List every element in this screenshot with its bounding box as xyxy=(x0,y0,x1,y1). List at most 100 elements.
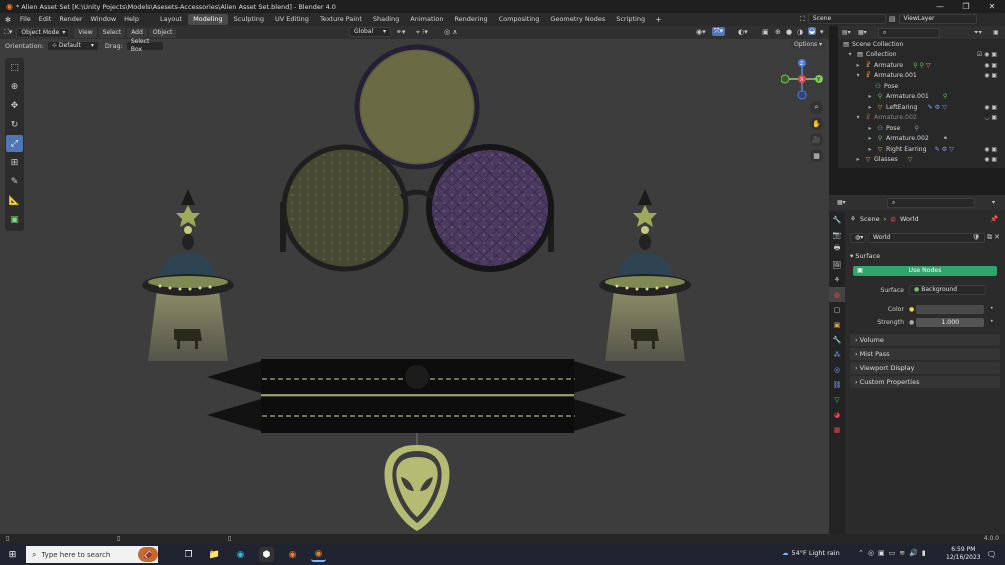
menu-window[interactable]: Window xyxy=(87,13,121,26)
visibility-toggle-icon[interactable]: ◉ ▣ xyxy=(984,103,997,113)
zoom-icon[interactable]: ⌕ xyxy=(810,101,823,114)
view-layer-field[interactable]: ViewLayer xyxy=(898,14,977,24)
duplicate-world-icon[interactable]: ⧉ xyxy=(987,233,992,244)
tree-item-leftearing[interactable]: ▸ ▽ LeftEaring ✎ ⚙ ▽ ◉ ▣ xyxy=(866,103,1001,113)
perspective-grid-icon[interactable]: ▦ xyxy=(810,149,823,162)
blender-active-taskbar-icon[interactable]: ◉ xyxy=(311,547,326,562)
shading-rendered-icon[interactable]: ◒ xyxy=(808,27,817,35)
rotate-tool-icon[interactable]: ↻ xyxy=(6,116,23,133)
tab-uv-editing[interactable]: UV Editing xyxy=(270,14,314,25)
tray-app-icon[interactable]: ◎ xyxy=(868,549,874,557)
tree-item-armature[interactable]: ▸ ☧ Armature ⚲ ⚲ ▽ ◉ ▣ xyxy=(854,61,1001,71)
navigation-gizmo[interactable]: Z Y X xyxy=(780,57,823,102)
clock[interactable]: 6:59 PM 12/16/2023 xyxy=(946,546,981,562)
pan-hand-icon[interactable]: ✋ xyxy=(810,117,823,130)
menu-select[interactable]: Select xyxy=(98,27,126,38)
tree-item-collection[interactable]: ▾ ▤ Collection ☑ ◉ ▣ xyxy=(846,50,1001,60)
tree-item-pose-002[interactable]: ▸ ⚇ Pose ⚲ xyxy=(866,124,918,134)
properties-search-input[interactable]: ⌕ xyxy=(887,198,975,208)
menu-view[interactable]: View xyxy=(74,27,97,38)
tray-app-icon-2[interactable]: ▣ xyxy=(878,549,885,557)
tab-compositing[interactable]: Compositing xyxy=(494,14,545,25)
menu-object[interactable]: Object xyxy=(148,27,177,38)
notifications-icon[interactable]: 🗨 xyxy=(984,547,999,562)
color-swatch[interactable] xyxy=(916,304,985,314)
annotate-tool-icon[interactable]: ✎ xyxy=(6,173,23,190)
add-workspace-icon[interactable]: + xyxy=(651,15,666,24)
close-button[interactable]: ✕ xyxy=(979,0,1005,13)
data-tab-icon[interactable]: ▽ xyxy=(829,392,845,407)
outliner-editor-icon[interactable]: ▤▾ xyxy=(842,29,851,36)
edge-browser-icon[interactable]: ◉ xyxy=(233,547,248,562)
transform-orientation-dropdown[interactable]: Global ▾ xyxy=(349,27,391,37)
particles-tab-icon[interactable]: ⁂ xyxy=(829,347,845,362)
visibility-toggle-icon[interactable]: ◉ ▣ xyxy=(984,155,997,165)
output-tab-icon[interactable]: 🖶 xyxy=(829,242,845,257)
shading-solid-icon[interactable]: ● xyxy=(786,28,792,36)
visibility-icon[interactable]: ◉▾ xyxy=(696,28,706,36)
tab-modeling[interactable]: Modeling xyxy=(188,14,228,25)
display-icon[interactable]: ▭ xyxy=(889,549,896,557)
cursor-tool-icon[interactable]: ⊕ xyxy=(6,78,23,95)
tab-animation[interactable]: Animation xyxy=(405,14,448,25)
shading-options-icon[interactable]: ▾ xyxy=(820,28,824,36)
collection-checkbox-icon[interactable]: ☑ ◉ ▣ xyxy=(977,50,997,60)
constraints-tab-icon[interactable]: ⛓ xyxy=(829,377,845,392)
keyframe-dot-icon[interactable]: • xyxy=(990,305,994,312)
wifi-icon[interactable]: ≋ xyxy=(899,549,905,557)
scene-field[interactable]: Scene xyxy=(807,14,886,24)
panel-viewport-display[interactable]: › Viewport Display xyxy=(850,362,1000,374)
tab-geometry-nodes[interactable]: Geometry Nodes xyxy=(545,14,610,25)
volume-icon[interactable]: 🔊 xyxy=(909,549,918,557)
filter-icon[interactable]: ⏷▾ xyxy=(974,29,982,37)
surface-shader-field[interactable]: ● Background xyxy=(909,285,986,295)
transform-tool-icon[interactable]: ⊞ xyxy=(6,154,23,171)
unity-hub-icon[interactable]: ⬢ xyxy=(259,547,274,562)
visibility-toggle-icon[interactable]: ◡ ▣ xyxy=(984,113,997,123)
windows-start-icon[interactable]: ⊞ xyxy=(5,547,20,562)
panel-volume[interactable]: › Volume xyxy=(850,334,1000,346)
tree-item-armature-data-001[interactable]: ▸ ⚲ Armature.001 ⚲ xyxy=(866,92,1001,102)
object-tab-icon[interactable]: ▣ xyxy=(829,317,845,332)
menu-file[interactable]: File xyxy=(16,13,35,26)
visibility-toggle-icon[interactable]: ◉ ▣ xyxy=(984,61,997,71)
strength-field[interactable]: ● 1.000 xyxy=(909,317,986,327)
view-layer-tab-icon[interactable]: 🖼 xyxy=(829,257,845,272)
weather-widget[interactable]: ☁ 54°F Light rain xyxy=(782,549,840,557)
file-explorer-icon[interactable]: 📁 xyxy=(207,547,222,562)
move-tool-icon[interactable]: ✥ xyxy=(6,97,23,114)
keyframe-dot-icon[interactable]: • xyxy=(990,318,994,325)
material-tab-icon[interactable]: ◕ xyxy=(829,407,845,422)
overlay-toggle-icon[interactable]: ◐▾ xyxy=(738,28,748,36)
properties-options-icon[interactable]: ▾ xyxy=(992,199,995,206)
options-button[interactable]: Options ▾ xyxy=(790,40,827,50)
menu-add[interactable]: Add xyxy=(127,27,147,38)
pivot-icon[interactable]: ⚭▾ xyxy=(396,28,405,36)
use-nodes-button[interactable]: ▣ Use Nodes xyxy=(853,266,997,276)
color-field[interactable]: ● xyxy=(909,304,986,314)
visibility-toggle-icon[interactable]: ◉ ▣ xyxy=(984,145,997,155)
tree-item-armature-001[interactable]: ▾ ☧ Armature.001 ◉ ▣ xyxy=(854,71,1001,81)
world-tab-icon[interactable]: ◍ xyxy=(829,287,845,302)
snap-icon[interactable]: ⌖ ⁝▾ xyxy=(416,28,428,37)
menu-help[interactable]: Help xyxy=(120,13,143,26)
menu-edit[interactable]: Edit xyxy=(35,13,56,26)
minimize-button[interactable]: — xyxy=(927,0,953,13)
chevron-up-icon[interactable]: ⌃ xyxy=(858,549,864,557)
pin-icon[interactable]: 📌 xyxy=(990,215,998,223)
surface-panel-header[interactable]: ▾ Surface xyxy=(850,250,1000,262)
orientation-dropdown[interactable]: ⊹ Default ▾ xyxy=(46,40,99,51)
modifier-tab-icon[interactable]: 🔧 xyxy=(829,332,845,347)
tab-rendering[interactable]: Rendering xyxy=(449,14,492,25)
world-type-dropdown[interactable]: ◍▾ xyxy=(850,233,866,243)
tab-layout[interactable]: Layout xyxy=(155,14,187,25)
shading-wireframe-icon[interactable]: ⊕ xyxy=(775,28,781,36)
xray-icon[interactable]: ▣ xyxy=(762,28,769,36)
camera-view-icon[interactable]: 🎥 xyxy=(810,133,823,146)
select-box-tool-icon[interactable]: ⬚ xyxy=(6,59,23,76)
texture-tab-icon[interactable]: ▦ xyxy=(829,422,845,437)
view-layer-icon[interactable]: ▤ xyxy=(889,15,896,23)
tab-texture-paint[interactable]: Texture Paint xyxy=(315,14,367,25)
outliner-search-input[interactable]: ⌕ xyxy=(878,28,940,38)
tree-item-scene-collection[interactable]: ▤ Scene Collection xyxy=(842,40,903,50)
